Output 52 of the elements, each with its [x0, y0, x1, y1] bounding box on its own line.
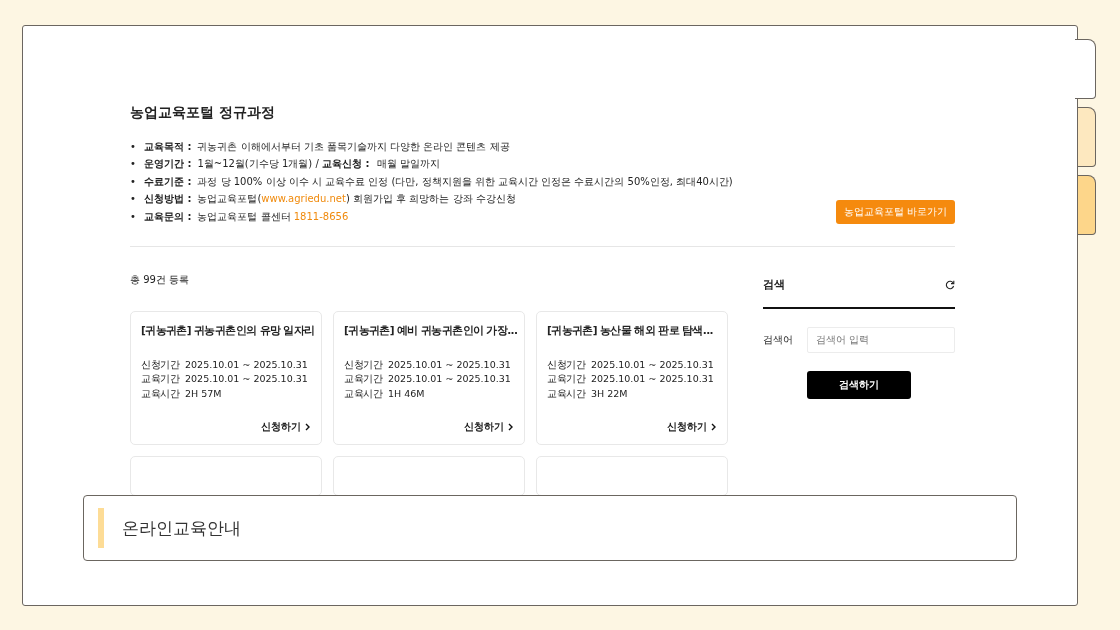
course-label: 교육기간 — [344, 373, 382, 384]
info-item: 교육문의 : 농업교육포털 콜센터 1811-8656 — [143, 209, 349, 224]
course-value: 2025.10.01 ~ 2025.10.31 — [388, 373, 511, 384]
accent-bar — [98, 508, 104, 548]
apply-link[interactable]: 신청하기 — [464, 419, 514, 434]
course-card[interactable]: [귀농귀촌] 귀농귀촌인의 유망 일자리 신청기간 2025.10.01 ~ 2025.10.31 교육기간 2025.10.01 ~ 2025.10.31 교육시간 2H 57M 신청하기 — [130, 310, 322, 445]
course-value: 1H 46M — [388, 387, 425, 399]
course-label: 교육시간 — [344, 387, 382, 399]
info-item: 교육목적 : 귀농귀촌 이해에서부터 기초 품목기술까지 다양한 온라인 콘텐츠 제공 — [143, 139, 510, 154]
course-title: [귀농귀촌] 예비 귀농귀촌인이 가장... — [344, 323, 518, 338]
side-tab[interactable] — [1075, 39, 1096, 99]
chevron-icon — [305, 422, 311, 431]
course-card[interactable]: [귀농귀촌] 예비 귀농귀촌인이 가장... 신청기간 2025.10.01 ~ 2025.10.31 교육기간 2025.10.01 ~ 2025.10.31 교육시간 1H 46M 신청하기 — [333, 310, 525, 445]
course-value: 2H 57M — [185, 387, 222, 399]
banner-title: 온라인교육안내 — [122, 516, 241, 540]
search-label: 검색어 — [763, 332, 794, 347]
info-item: 신청방법 : 농업교육포털(www.agriedu.net) 회원가입 후 희망하는 강좌 수강신청 — [143, 192, 516, 207]
info-item: 운영기간 : 1월~12월(기수당 1개월) / 교육신청 : 매월 말일까지 — [143, 157, 440, 172]
course-label: 신청기간 — [344, 358, 382, 370]
course-value: 2025.10.01 ~ 2025.10.31 — [185, 373, 308, 384]
course-value: 2025.10.01 ~ 2025.10.31 — [388, 358, 511, 370]
course-label: 신청기간 — [547, 358, 585, 370]
course-title: [귀농귀촌] 귀농귀촌인의 유망 일자리 — [141, 323, 315, 338]
course-label: 교육기간 — [141, 373, 179, 384]
bullet: • — [130, 192, 136, 207]
course-title: [귀농귀촌] 농산물 해외 판로 탐색... — [547, 323, 713, 338]
chevron-icon — [508, 422, 514, 431]
search-button[interactable]: 검색하기 — [807, 370, 911, 399]
course-value: 3H 22M — [591, 387, 628, 399]
chevron-icon — [711, 422, 717, 431]
course-label: 교육시간 — [141, 387, 179, 399]
side-tab[interactable] — [1076, 175, 1096, 235]
course-label: 신청기간 — [141, 358, 179, 370]
bullet: • — [130, 139, 136, 154]
refresh-icon[interactable] — [945, 279, 955, 290]
course-value: 2025.10.01 ~ 2025.10.31 — [591, 373, 714, 384]
apply-link[interactable]: 신청하기 — [261, 419, 311, 434]
bullet: • — [130, 209, 136, 224]
search-title: 검색 — [763, 277, 785, 292]
course-label: 교육기간 — [547, 373, 585, 384]
course-card[interactable]: [귀농귀촌] 농산물 해외 판로 탐색... 신청기간 2025.10.01 ~ 2025.10.31 교육기간 2025.10.01 ~ 2025.10.31 교육시간 3H 22M 신청하기 — [536, 310, 728, 445]
bullet: • — [130, 157, 136, 172]
apply-link[interactable]: 신청하기 — [667, 419, 717, 434]
total-count: 총 99건 등록 — [130, 272, 191, 287]
info-item: 수료기준 : 과정 당 100% 이상 이수 시 교육수료 인정 (다만, 정책지원을 위한 교육시간 인정은 수료시간의 50%인정, 최대40시간) — [143, 174, 733, 189]
search-field[interactable]: 검색어 입력 — [807, 326, 955, 353]
course-label: 교육시간 — [547, 387, 585, 399]
side-tab[interactable] — [1076, 107, 1096, 167]
course-value: 2025.10.01 ~ 2025.10.31 — [591, 358, 714, 370]
page-title: 농업교육포털 정규과정 — [130, 104, 276, 122]
bullet: • — [130, 174, 136, 189]
course-value: 2025.10.01 ~ 2025.10.31 — [185, 358, 308, 370]
